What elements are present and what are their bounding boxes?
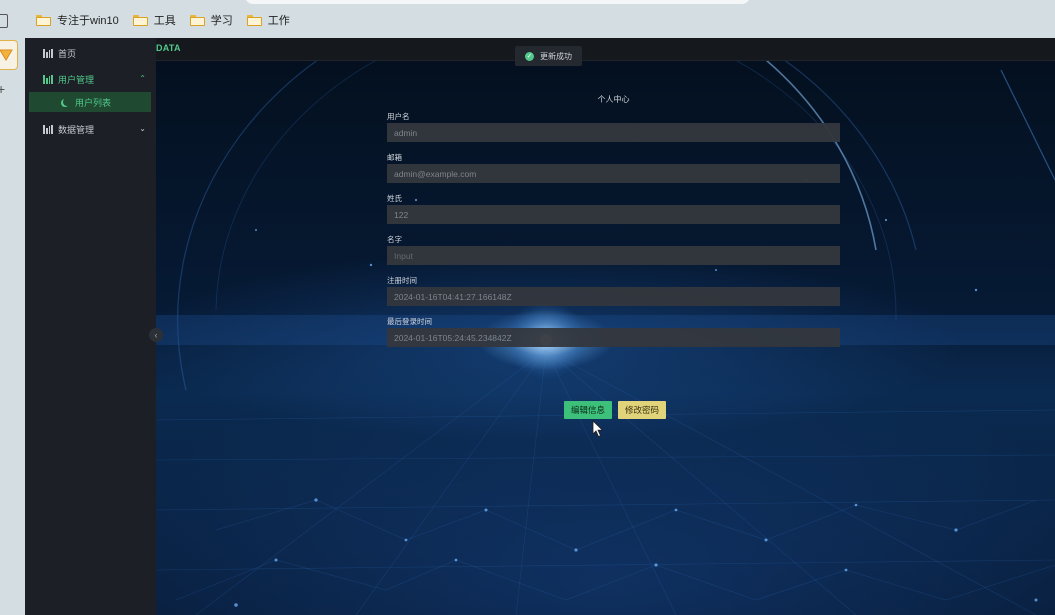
sidebar-item-data-management[interactable]: 数据管理 ⌄ [25,116,156,142]
sidebar-item-label: 首页 [58,48,77,59]
username-field: 用户名 [387,111,840,142]
last-name-input[interactable] [387,205,840,224]
plus-icon[interactable]: + [0,82,5,96]
bar-chart-icon [43,124,53,134]
bookmark-folder[interactable]: 专注于win10 [36,12,119,28]
folder-icon [132,14,148,26]
sidebar-item-label: 用户管理 [58,74,95,85]
edit-info-button[interactable]: 编辑信息 [564,401,613,419]
bookmark-label: 专注于win10 [57,15,119,27]
page-title: 个人中心 [597,95,630,104]
bookmark-folder[interactable]: 工具 [132,12,176,28]
chevron-up-icon: ⌃ [139,74,146,83]
sidebar-subitem-label: 用户列表 [75,97,112,108]
sidebar-item-label: 数据管理 [58,124,95,135]
profile-form: 个人中心 用户名 邮箱 姓氏 名字 注册时间 最后登录时间 [387,94,840,357]
extension-icon[interactable] [0,40,18,70]
bookmark-folder[interactable]: 学习 [189,12,233,28]
email-field: 邮箱 [387,152,840,183]
sidebar-item-home[interactable]: 首页 [25,40,156,66]
first-name-field: 名字 [387,234,840,265]
folder-icon [189,14,205,26]
browser-chrome: 专注于win10 工具 学习 工作 [0,0,1055,38]
field-label: 用户名 [387,112,410,121]
sidebar-collapse-button[interactable]: ‹ [149,328,163,342]
moon-icon [63,98,71,106]
change-password-button[interactable]: 修改密码 [618,401,667,419]
bookmark-label: 工作 [267,15,290,27]
success-toast: ✓ 更新成功 [515,46,582,66]
check-circle-icon: ✓ [525,51,534,61]
app-window: 首页 用户管理 ⌃ 用户列表 数据管理 ⌄ ‹ DATA ✓ 更新成功 个人中心… [25,38,1055,615]
chevron-down-icon: ⌄ [139,124,146,133]
field-label: 姓氏 [387,194,402,203]
field-label: 邮箱 [387,153,402,162]
last-login-input[interactable] [387,328,840,347]
brand-logo: DATA [156,43,181,53]
field-label: 注册时间 [387,276,417,285]
first-name-input[interactable] [387,246,840,265]
sidebar-subitem-user-list[interactable]: 用户列表 [29,92,151,112]
bar-chart-icon [43,48,53,58]
registered-at-input[interactable] [387,287,840,306]
address-bar[interactable] [245,0,750,4]
bookmark-label: 工具 [153,15,176,27]
username-input[interactable] [387,123,840,142]
form-actions: 编辑信息 修改密码 [564,401,667,419]
toast-message: 更新成功 [540,51,572,61]
folder-icon [36,14,51,26]
bookmarks-bar: 专注于win10 工具 学习 工作 [36,12,290,28]
browser-side-strip: + [0,0,25,615]
mouse-cursor-icon [592,420,604,438]
sidebar-item-user-management[interactable]: 用户管理 ⌃ [25,66,156,92]
bookmark-label: 学习 [210,15,233,27]
bookmark-folder[interactable]: 工作 [246,12,290,28]
sidebar: 首页 用户管理 ⌃ 用户列表 数据管理 ⌄ [25,38,156,615]
tab-icon[interactable] [0,14,8,28]
field-label: 最后登录时间 [387,317,432,326]
last-login-field: 最后登录时间 [387,316,840,347]
field-label: 名字 [387,235,402,244]
registered-at-field: 注册时间 [387,275,840,306]
email-input[interactable] [387,164,840,183]
folder-icon [246,14,262,26]
top-bar: DATA [156,38,1055,61]
bar-chart-icon [43,74,53,84]
last-name-field: 姓氏 [387,193,840,224]
